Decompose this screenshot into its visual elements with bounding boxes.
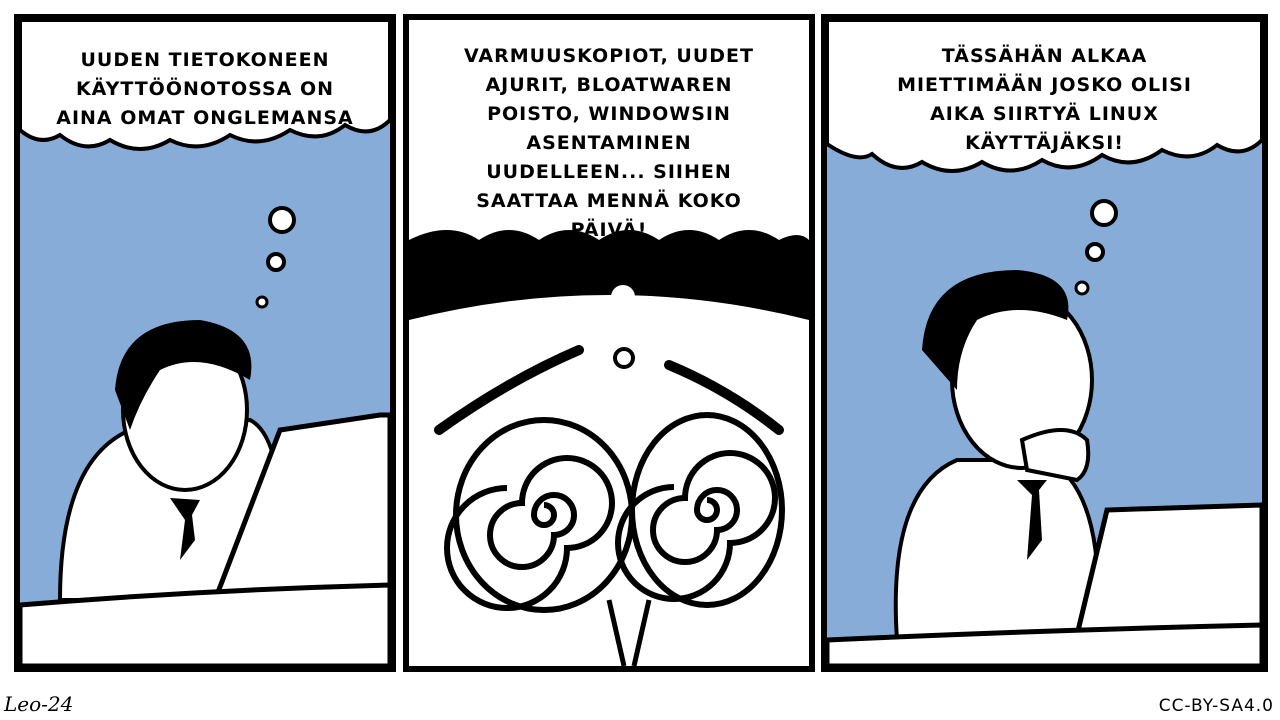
comic-panel-1: UUDEN TIETOKONEEN KÄYTTÖÖNOTOSSA ON AINA…	[14, 14, 396, 672]
artist-signature: Leo-24	[4, 692, 74, 716]
comic-panel-2: VARMUUSKOPIOT, UUDET AJURIT, BLOATWAREN …	[403, 14, 815, 672]
thought-bubble	[613, 347, 635, 369]
thought-bubble	[266, 252, 286, 272]
thought-text: VARMUUSKOPIOT, UUDET AJURIT, BLOATWAREN …	[463, 45, 755, 241]
thought-bubble	[1074, 280, 1090, 296]
thought-bubble	[268, 206, 296, 234]
comic-panel-3: TÄSSÄHÄN ALKAA MIETTIMÄÄN JOSKO OLISI AI…	[821, 14, 1268, 672]
thought-bubble	[611, 285, 635, 309]
desk	[827, 622, 1262, 666]
hand-on-chin	[1019, 428, 1091, 483]
laptop-screen	[1073, 502, 1262, 638]
thought-bubble	[1090, 199, 1118, 227]
eyebrow	[434, 345, 584, 435]
nose	[606, 599, 652, 666]
thought-text: UUDEN TIETOKONEEN KÄYTTÖÖNOTOSSA ON AINA…	[56, 49, 354, 129]
license-text: CC-BY-SA4.0	[1158, 696, 1274, 716]
thought-bubble	[255, 295, 269, 309]
man-body	[893, 458, 1101, 642]
spiral-eye-left-icon	[444, 417, 635, 613]
spiral-eye-right-icon	[615, 412, 785, 608]
thought-bubble	[1085, 242, 1105, 262]
thought-text: TÄSSÄHÄN ALKAA MIETTIMÄÄN JOSKO OLISI AI…	[897, 45, 1192, 154]
